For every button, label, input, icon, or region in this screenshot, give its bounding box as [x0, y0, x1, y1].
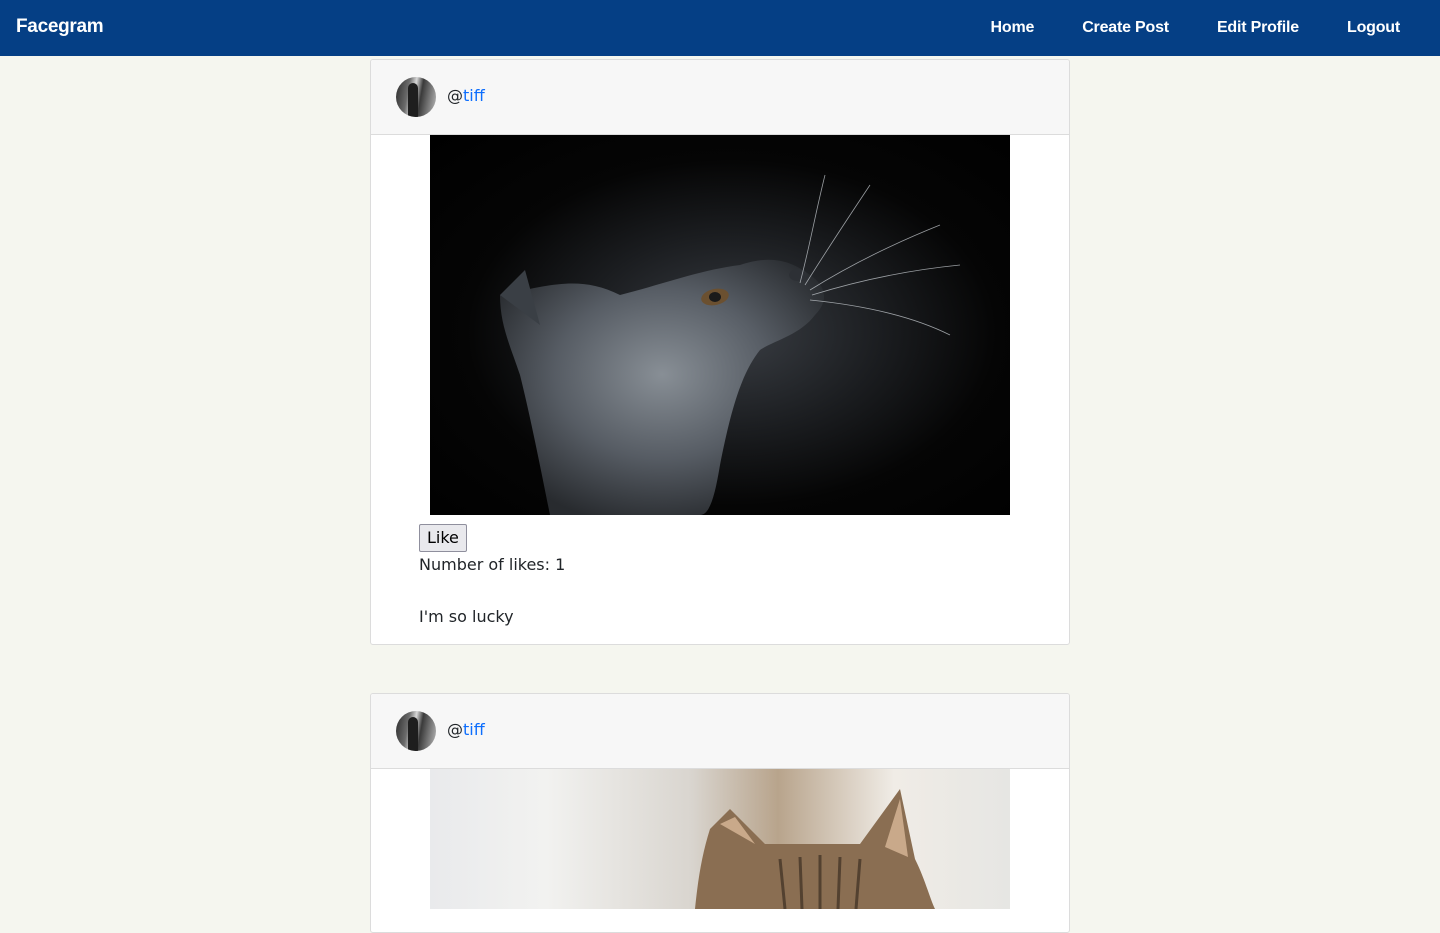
nav-link-create-post[interactable]: Create Post: [1058, 19, 1193, 37]
post-header: @tiff: [371, 694, 1069, 769]
post-caption: I'm so lucky: [419, 607, 514, 626]
kitten-image: [500, 174, 961, 515]
at-symbol: @: [447, 720, 463, 739]
nav-link-edit-profile[interactable]: Edit Profile: [1193, 19, 1323, 37]
nav-link-logout[interactable]: Logout: [1323, 19, 1424, 37]
at-symbol: @: [447, 86, 463, 105]
post-image: [430, 135, 1010, 515]
avatar: [396, 711, 436, 751]
nav-links: Home Create Post Edit Profile Logout: [967, 0, 1424, 56]
post-card: @tiff: [370, 693, 1070, 933]
username-link[interactable]: tiff: [463, 86, 485, 105]
post-card: @tiff Like Number of likes: 1 I'm so luc…: [370, 59, 1070, 645]
brand-logo[interactable]: Facegram: [16, 16, 104, 38]
post-author: @tiff: [447, 86, 485, 105]
like-count: Number of likes: 1: [419, 555, 566, 574]
post-author: @tiff: [447, 720, 485, 739]
post-header: @tiff: [371, 60, 1069, 135]
avatar: [396, 77, 436, 117]
post-image: [430, 769, 1010, 909]
like-button[interactable]: Like: [419, 524, 467, 552]
nav-link-home[interactable]: Home: [967, 19, 1059, 37]
tabby-cat-image: [695, 789, 935, 909]
username-link[interactable]: tiff: [463, 720, 485, 739]
navbar: Facegram Home Create Post Edit Profile L…: [0, 0, 1440, 56]
